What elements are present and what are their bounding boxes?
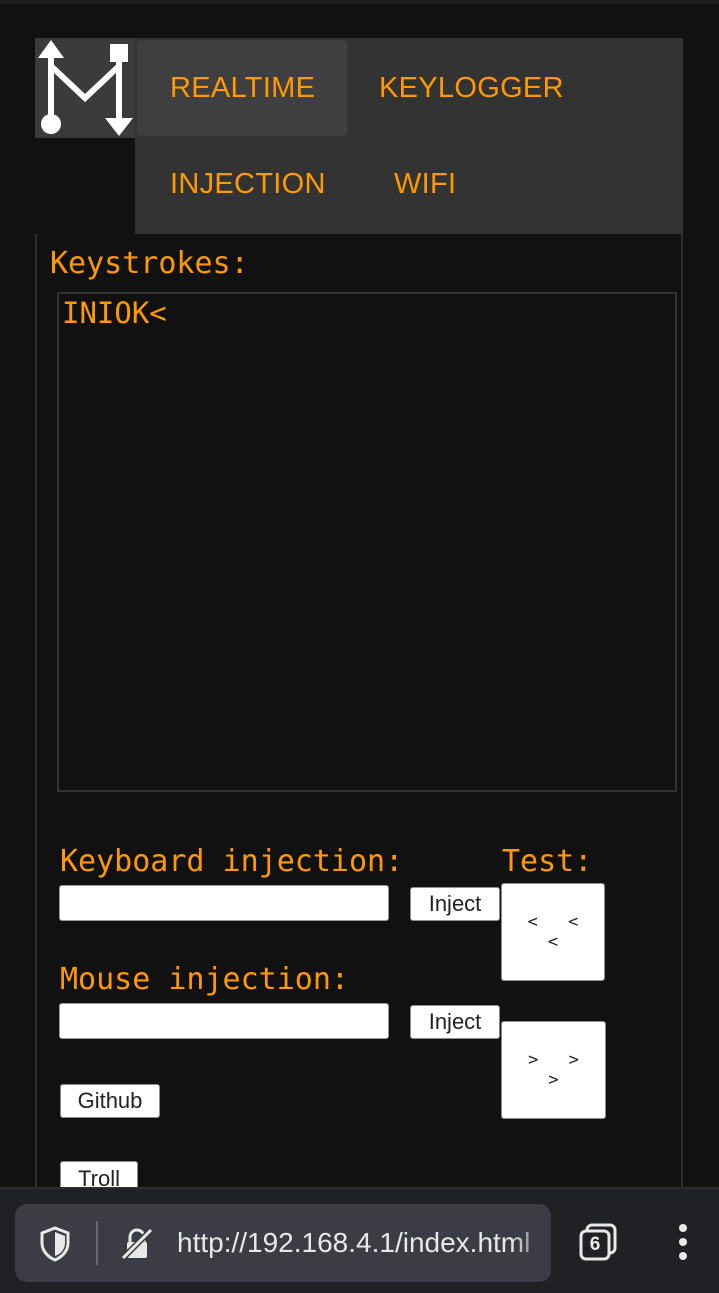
mouse-keyboard-logo-icon	[38, 40, 133, 136]
top-edge	[0, 0, 719, 4]
mouse-injection-label: Mouse injection:	[60, 962, 349, 997]
keystrokes-text: INIOK<	[62, 296, 167, 330]
keystrokes-output[interactable]: INIOK<	[57, 292, 677, 792]
more-menu-button[interactable]	[670, 1219, 696, 1265]
tab-realtime-label: REALTIME	[170, 71, 316, 104]
tab-count: 6	[589, 1234, 601, 1255]
keyboard-inject-button[interactable]: Inject	[410, 887, 500, 921]
tab-realtime[interactable]: REALTIME	[137, 40, 347, 136]
tab-wifi[interactable]: WIFI	[362, 136, 492, 232]
tabs-button[interactable]: 6	[578, 1222, 618, 1262]
keystrokes-label: Keystrokes:	[50, 246, 249, 281]
browser-toolbar: http://192.168.4.1/index.html 6	[0, 1187, 719, 1293]
not-secure-icon[interactable]	[119, 1226, 155, 1262]
content-border-right	[681, 234, 683, 1189]
test-left-button[interactable]: < < <	[501, 883, 605, 981]
content-border-left	[35, 234, 37, 1189]
tab-injection-label: INJECTION	[170, 167, 326, 200]
more-menu-icon	[679, 1224, 687, 1260]
address-bar[interactable]: http://192.168.4.1/index.html	[15, 1204, 551, 1282]
nav-bar: REALTIME KEYLOGGER INJECTION WIFI	[135, 38, 683, 234]
mouse-inject-button[interactable]: Inject	[410, 1005, 500, 1039]
tab-keylogger[interactable]: KEYLOGGER	[347, 40, 597, 136]
keyboard-injection-label: Keyboard injection:	[60, 844, 404, 879]
url-fade	[511, 1204, 551, 1282]
logo[interactable]	[35, 38, 135, 138]
tab-keylogger-label: KEYLOGGER	[379, 71, 564, 104]
github-button[interactable]: Github	[60, 1084, 160, 1118]
tab-injection[interactable]: INJECTION	[137, 136, 362, 232]
address-divider	[96, 1221, 98, 1265]
mouse-injection-input[interactable]	[59, 1003, 389, 1039]
tab-wifi-label: WIFI	[394, 167, 457, 200]
keyboard-injection-input[interactable]	[59, 885, 389, 921]
test-right-button[interactable]: > > >	[501, 1021, 606, 1119]
shield-icon[interactable]	[39, 1226, 71, 1262]
url-text: http://192.168.4.1/index.html	[177, 1227, 531, 1258]
test-label: Test:	[502, 844, 593, 879]
